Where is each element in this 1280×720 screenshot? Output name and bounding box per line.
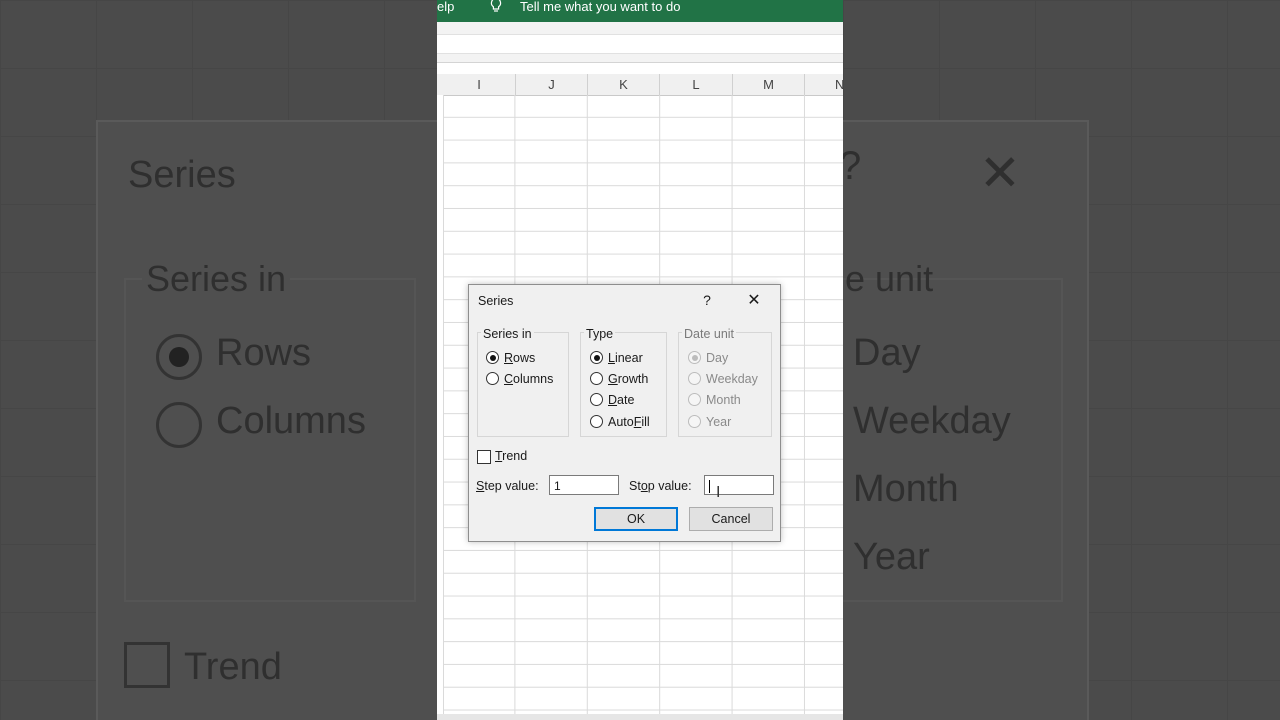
weekday-radio — [688, 372, 701, 386]
status-bar — [437, 714, 843, 720]
columns-option[interactable]: Columns — [486, 371, 553, 387]
background-columns-label: Columns — [216, 400, 366, 442]
trend-label[interactable]: Trend — [495, 449, 527, 463]
date-option[interactable]: Date — [590, 392, 634, 408]
background-rows-radio — [156, 334, 202, 380]
column-header-i[interactable]: I — [443, 74, 516, 95]
month-option: Month — [688, 392, 741, 408]
column-header-k[interactable]: K — [588, 74, 660, 95]
type-label: Type — [584, 327, 616, 341]
step-value-label: Step value: — [476, 479, 539, 493]
linear-option[interactable]: Linear — [590, 350, 643, 366]
trend-checkbox[interactable] — [477, 450, 491, 464]
stop-value-input[interactable] — [704, 475, 774, 495]
series-dialog: Series ? ✕ Series in Rows Columns Type L… — [468, 284, 781, 542]
stop-value-label: Stop value: — [629, 479, 692, 493]
background-year-label: Year — [853, 536, 930, 578]
column-header-j[interactable]: J — [516, 74, 588, 95]
column-header-m[interactable]: M — [733, 74, 805, 95]
help-icon[interactable]: ? — [699, 292, 715, 308]
background-series-in-label: Series in — [142, 258, 291, 300]
formula-bar — [437, 22, 843, 63]
background-rows-label: Rows — [216, 332, 312, 374]
background-dialog-zoom: Series Series in Rows Columns Trend — [96, 120, 437, 720]
lightbulb-icon — [490, 0, 502, 12]
background-left: Series Series in Rows Columns Trend — [0, 0, 437, 720]
year-option: Year — [688, 414, 731, 430]
column-header-l[interactable]: L — [660, 74, 733, 95]
autofill-radio[interactable] — [590, 415, 603, 429]
autofill-option[interactable]: AutoFill — [590, 414, 650, 430]
background-dialog-title: Series — [128, 154, 236, 196]
day-option: Day — [688, 350, 728, 366]
background-dialog-zoom-right: ? ✕ e unit Day Weekday Month Year — [843, 120, 1089, 720]
text-caret — [709, 480, 710, 494]
step-value-input[interactable]: 1 — [549, 475, 619, 495]
background-weekday-label: Weekday — [853, 400, 1011, 442]
cancel-button[interactable]: Cancel — [689, 507, 773, 531]
background-trend-label: Trend — [184, 646, 282, 688]
background-trend-checkbox — [124, 642, 170, 688]
day-radio — [688, 351, 701, 365]
background-right: ? ✕ e unit Day Weekday Month Year — [843, 0, 1280, 720]
growth-radio[interactable] — [590, 372, 603, 386]
column-headers: I J K L M N — [437, 74, 843, 96]
background-month-label: Month — [853, 468, 959, 510]
date-radio[interactable] — [590, 393, 603, 407]
year-radio — [688, 415, 701, 429]
series-in-label: Series in — [481, 327, 534, 341]
rows-radio[interactable] — [486, 351, 499, 365]
help-tab[interactable]: elp — [437, 0, 454, 14]
background-columns-radio — [156, 402, 202, 448]
rows-option[interactable]: Rows — [486, 350, 535, 366]
ibeam-cursor-icon: I — [716, 484, 721, 501]
dialog-title: Series — [478, 294, 514, 308]
close-icon[interactable]: ✕ — [746, 290, 762, 310]
background-close-icon: ✕ — [979, 145, 1021, 201]
weekday-option: Weekday — [688, 371, 758, 387]
formula-input[interactable] — [437, 34, 843, 54]
linear-radio[interactable] — [590, 351, 603, 365]
column-header-n[interactable]: N — [805, 74, 843, 95]
ribbon-bar: elp Tell me what you want to do — [437, 0, 843, 22]
month-radio — [688, 393, 701, 407]
columns-radio[interactable] — [486, 372, 499, 386]
background-day-label: Day — [853, 332, 921, 374]
ok-button[interactable]: OK — [594, 507, 678, 531]
background-date-unit-label: e unit — [845, 258, 934, 299]
date-unit-label: Date unit — [682, 327, 737, 341]
tell-me-search[interactable]: Tell me what you want to do — [520, 0, 680, 14]
growth-option[interactable]: Growth — [590, 371, 648, 387]
background-help-icon: ? — [843, 144, 861, 189]
